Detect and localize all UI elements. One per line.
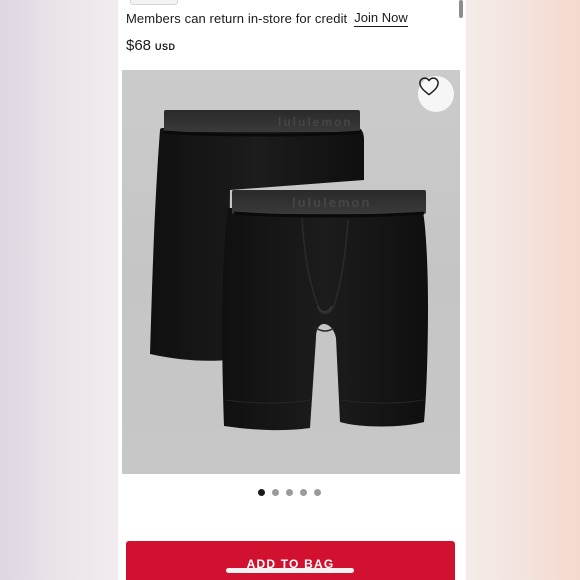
promo-text: Members can return in-store for credit (126, 10, 348, 26)
svg-text:lululemon: lululemon (292, 195, 371, 210)
carousel-dot[interactable] (300, 489, 307, 496)
header-tab (130, 0, 178, 5)
heart-icon (419, 77, 439, 96)
backdrop-right (466, 0, 580, 580)
currency-code: USD (155, 42, 176, 52)
carousel-dot[interactable] (314, 489, 321, 496)
product-price: $68 (126, 37, 152, 54)
front-boxer: lululemon (222, 190, 428, 431)
product-image[interactable]: lululemon lululemon (122, 70, 460, 474)
carousel-dot[interactable] (272, 489, 279, 496)
home-indicator (226, 568, 354, 573)
backdrop-left (0, 0, 118, 580)
price-row: $68 USD (126, 37, 176, 54)
wishlist-button[interactable] (418, 76, 454, 112)
product-photo: lululemon lululemon (150, 110, 428, 431)
carousel-dot[interactable] (286, 489, 293, 496)
join-now-link[interactable]: Join Now (354, 10, 408, 27)
carousel-indicator (258, 489, 321, 496)
add-to-bag-button[interactable]: ADD TO BAG (126, 541, 455, 580)
scrollbar[interactable] (459, 0, 463, 18)
product-page: Members can return in-store for credit J… (118, 0, 466, 580)
membership-promo: Members can return in-store for credit J… (126, 9, 456, 27)
carousel-dot[interactable] (258, 489, 265, 496)
svg-text:lululemon: lululemon (278, 115, 353, 129)
